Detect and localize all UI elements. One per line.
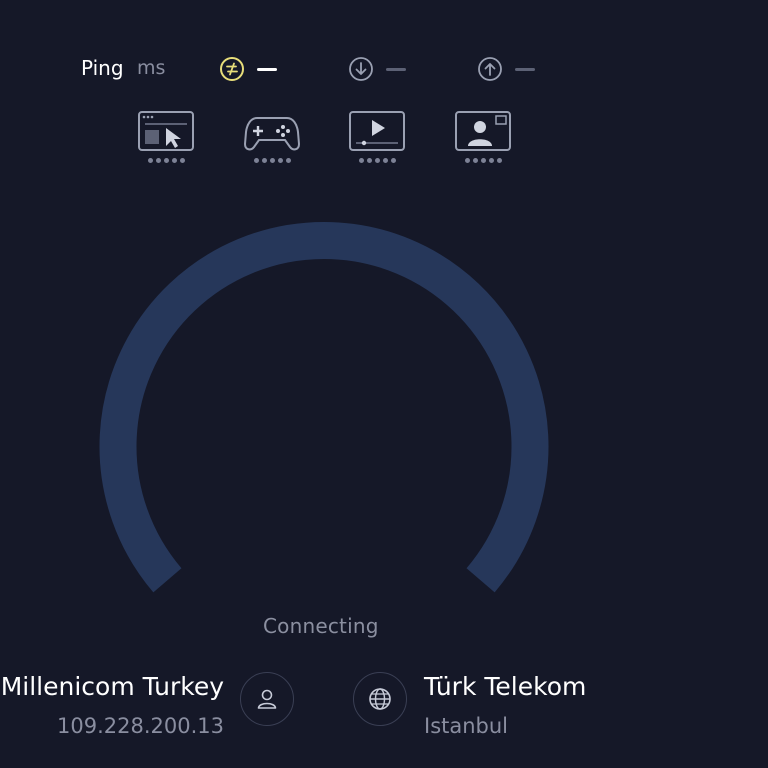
speedtest-screen: Ping ms Connecting Millenicom Turkey 109… [0,0,768,768]
server-button[interactable] [353,672,407,726]
isp-ip-address: 109.228.200.13 [57,714,224,738]
isp-name: Millenicom Turkey [0,672,224,701]
isp-button[interactable] [240,672,294,726]
connection-status: Connecting [263,614,379,638]
server-name: Türk Telekom [424,672,587,701]
gauge-track [99,222,549,593]
server-city: Istanbul [424,714,509,738]
speed-gauge [99,222,549,593]
user-icon [257,689,277,709]
globe-icon [369,688,391,710]
